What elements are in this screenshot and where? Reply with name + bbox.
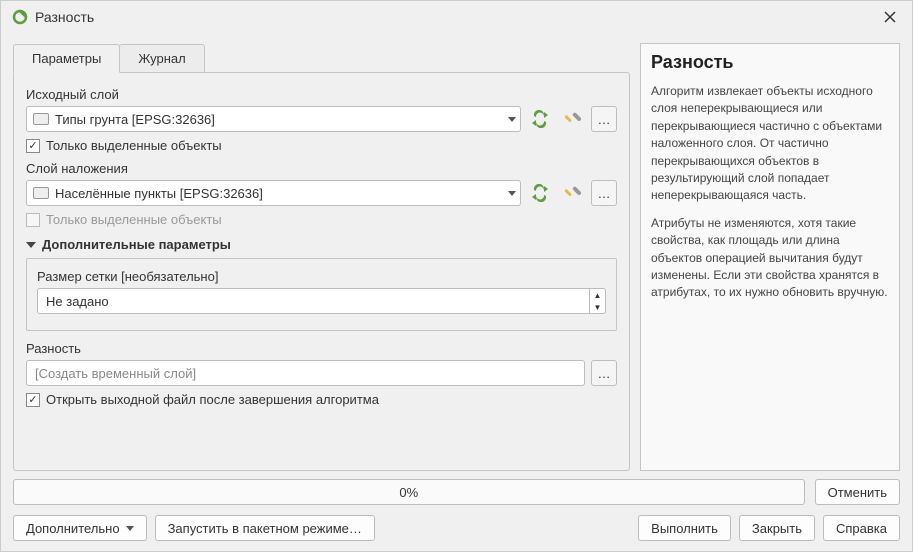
bottom-button-row: Дополнительно Запустить в пакетном режим… — [1, 509, 912, 551]
iterate-button[interactable] — [527, 106, 553, 132]
settings-button[interactable] — [559, 180, 585, 206]
tab-bar: Параметры Журнал — [13, 43, 630, 72]
open-after-check[interactable]: ✓ Открыть выходной файл после завершения… — [26, 392, 617, 407]
help-paragraph-1: Алгоритм извлекает объекты исходного сло… — [651, 83, 889, 205]
grid-size-value: Не задано — [46, 294, 589, 309]
app-icon — [11, 8, 29, 26]
run-button[interactable]: Выполнить — [638, 515, 731, 541]
tab-log[interactable]: Журнал — [119, 44, 204, 73]
output-placeholder: [Создать временный слой] — [35, 366, 196, 381]
close-button[interactable] — [878, 5, 902, 29]
advanced-header[interactable]: Дополнительные параметры — [26, 237, 617, 252]
progress-bar: 0% — [13, 479, 805, 505]
input-selected-only-label: Только выделенные объекты — [46, 138, 222, 153]
progress-text: 0% — [399, 485, 418, 500]
open-after-label: Открыть выходной файл после завершения а… — [46, 392, 379, 407]
grid-size-input[interactable]: Не задано ▲ ▼ — [37, 288, 606, 314]
output-path-input[interactable]: [Создать временный слой] — [26, 360, 585, 386]
tab-parameters[interactable]: Параметры — [13, 44, 120, 73]
chevron-down-icon — [126, 526, 134, 531]
close-button[interactable]: Закрыть — [739, 515, 815, 541]
advanced-label: Дополнительные параметры — [42, 237, 231, 252]
output-browse-button[interactable]: … — [591, 360, 617, 386]
overlay-layer-value: Населённые пункты [EPSG:32636] — [55, 186, 502, 201]
output-label: Разность — [26, 341, 617, 356]
body: Параметры Журнал Исходный слой Типы грун… — [1, 33, 912, 471]
advanced-button[interactable]: Дополнительно — [13, 515, 147, 541]
spinner-up-button[interactable]: ▲ — [590, 289, 605, 301]
dots-label: … — [598, 366, 611, 381]
help-button[interactable]: Справка — [823, 515, 900, 541]
input-layer-more-button[interactable]: … — [591, 106, 617, 132]
overlay-selected-only-check: Только выделенные объекты — [26, 212, 617, 227]
grid-size-label: Размер сетки [необязательно] — [37, 269, 606, 284]
titlebar-title: Разность — [35, 9, 878, 25]
input-layer-combo[interactable]: Типы грунта [EPSG:32636] — [26, 106, 521, 132]
iterate-button[interactable] — [527, 180, 553, 206]
dialog-window: Разность Параметры Журнал Исходный слой … — [0, 0, 913, 552]
advanced-button-label: Дополнительно — [26, 521, 120, 536]
input-layer-value: Типы грунта [EPSG:32636] — [55, 112, 502, 127]
polygon-layer-icon — [33, 113, 49, 125]
overlay-layer-more-button[interactable]: … — [591, 180, 617, 206]
overlay-layer-combo[interactable]: Населённые пункты [EPSG:32636] — [26, 180, 521, 206]
overlay-layer-label: Слой наложения — [26, 161, 617, 176]
spinner-down-button[interactable]: ▼ — [590, 301, 605, 313]
help-paragraph-2: Атрибуты не изменяются, хотя такие свойс… — [651, 215, 889, 302]
help-panel: Разность Алгоритм извлекает объекты исхо… — [640, 43, 900, 471]
left-panel: Параметры Журнал Исходный слой Типы грун… — [13, 43, 630, 471]
dots-label: … — [598, 186, 611, 201]
spinner-arrows: ▲ ▼ — [589, 289, 605, 313]
checkbox-unchecked-icon — [26, 213, 40, 227]
parameters-panel: Исходный слой Типы грунта [EPSG:32636] … — [13, 72, 630, 471]
settings-button[interactable] — [559, 106, 585, 132]
chevron-down-icon — [508, 117, 516, 122]
checkbox-checked-icon: ✓ — [26, 139, 40, 153]
cancel-button[interactable]: Отменить — [815, 479, 900, 505]
batch-button[interactable]: Запустить в пакетном режиме… — [155, 515, 375, 541]
advanced-group: Размер сетки [необязательно] Не задано ▲… — [26, 258, 617, 331]
input-selected-only-check[interactable]: ✓ Только выделенные объекты — [26, 138, 617, 153]
input-layer-label: Исходный слой — [26, 87, 617, 102]
titlebar: Разность — [1, 1, 912, 33]
help-title: Разность — [651, 52, 889, 73]
overlay-selected-only-label: Только выделенные объекты — [46, 212, 222, 227]
chevron-down-icon — [508, 191, 516, 196]
progress-row: 0% Отменить — [1, 471, 912, 509]
dots-label: … — [598, 112, 611, 127]
checkbox-checked-icon: ✓ — [26, 393, 40, 407]
polygon-layer-icon — [33, 187, 49, 199]
